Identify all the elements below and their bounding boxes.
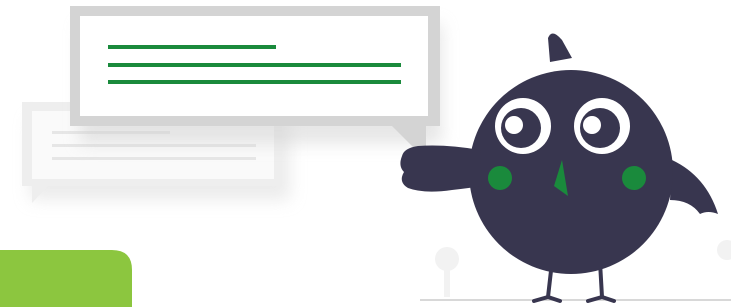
- main-speech-bubble: [70, 6, 442, 160]
- bubble-text-line: [108, 63, 401, 67]
- green-accent-block: [0, 250, 132, 307]
- bird-tuft: [548, 33, 572, 62]
- bird-cheek-right: [622, 166, 646, 190]
- bird-right-wing: [670, 160, 718, 214]
- illustration: [0, 0, 731, 307]
- bird-speech-illustration: [0, 6, 731, 307]
- bird-left-wing: [400, 145, 482, 192]
- bubble-text-line: [108, 80, 401, 84]
- bubble-text-line: [52, 144, 256, 147]
- bubble-text-line: [108, 45, 276, 49]
- bubble-text-line: [52, 157, 256, 160]
- bird-cheek-left: [488, 166, 512, 190]
